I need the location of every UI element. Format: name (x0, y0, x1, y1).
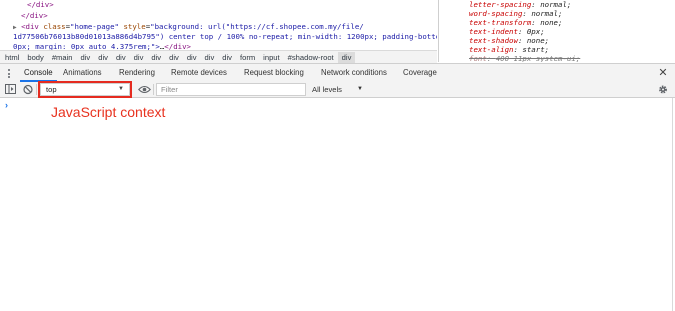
tab-network-conditions[interactable]: Network conditions (321, 64, 387, 82)
breadcrumb-item[interactable]: div (165, 52, 183, 64)
style-row[interactable]: text-shadow: none; (469, 36, 549, 45)
tab-rendering[interactable]: Rendering (119, 64, 155, 82)
log-levels-dropdown[interactable]: All levels ▼ (312, 83, 372, 96)
tab-coverage[interactable]: Coverage (403, 64, 437, 82)
console-filter-input[interactable]: Filter (156, 83, 306, 96)
style-val: 400 11px system-ui; (495, 54, 581, 62)
clear-console-icon[interactable] (22, 84, 34, 95)
attr-name-style: style (123, 22, 146, 31)
attr-value-style: "background: url("https://cf.shopee.com.… (150, 22, 364, 31)
breadcrumb-item[interactable]: div (94, 52, 112, 64)
scrollbar-edge (672, 98, 673, 311)
style-val: none; (540, 18, 563, 27)
breadcrumb: html body #main div div div div div div … (0, 50, 437, 64)
style-prop: word-spacing (469, 9, 523, 18)
style-row[interactable]: word-spacing: normal; (469, 9, 562, 18)
attr-value-class: "home-page" (70, 22, 119, 31)
style-row[interactable]: text-transform: none; (469, 18, 562, 27)
breadcrumb-item[interactable]: div (147, 52, 165, 64)
breadcrumb-item[interactable]: div (130, 52, 148, 64)
style-prop: font (469, 54, 487, 62)
style-val: none; (526, 36, 550, 45)
style-val: 0px; (526, 27, 545, 36)
tree-line-home-page-div[interactable]: ▶ <div class="home-page" style="backgrou… (13, 22, 364, 32)
live-expression-eye-icon[interactable] (138, 84, 151, 95)
style-prop: text-transform (469, 18, 532, 27)
open-tag: <div (21, 22, 39, 31)
console-output[interactable]: › JavaScript context (0, 98, 675, 311)
style-row[interactable]: text-indent: 0px; (469, 27, 545, 36)
expand-triangle-icon[interactable]: ▶ (13, 24, 17, 31)
breadcrumb-item[interactable]: div (201, 52, 219, 64)
style-row[interactable]: text-align: start; (469, 45, 549, 54)
breadcrumb-item-selected[interactable]: div (337, 51, 356, 64)
closing-div-tag: </div> (164, 42, 191, 50)
attr-name-class: class (43, 22, 66, 31)
log-levels-label: All levels (312, 85, 342, 94)
tab-animations[interactable]: Animations (63, 64, 102, 82)
close-drawer-icon[interactable]: ✕ (657, 67, 669, 79)
tree-line-style-continued: 1d77506b76013b80d01013a886d4b795") cente… (13, 32, 437, 42)
toolbar-separator (153, 84, 154, 95)
annotation-label: JavaScript context (51, 104, 166, 120)
console-prompt-icon[interactable]: › (5, 100, 8, 110)
style-val: normal; (531, 9, 563, 18)
chevron-down-icon: ▼ (357, 86, 363, 92)
style-prop: letter-spacing (469, 0, 532, 9)
toolbar-separator (36, 84, 37, 95)
style-val: start; (522, 45, 550, 54)
style-row-overridden[interactable]: font: 400 11px system-ui; (469, 54, 580, 62)
style-val: normal; (540, 0, 572, 9)
tab-console[interactable]: Console (20, 64, 57, 82)
show-sidebar-icon[interactable] (5, 84, 17, 95)
breadcrumb-item[interactable]: div (183, 52, 201, 64)
style-prop: text-indent (469, 27, 518, 36)
attr-value-style-end: 0px; margin: 0px auto 4.375rem;"> (13, 42, 160, 50)
breadcrumb-item[interactable]: div (218, 52, 236, 64)
tree-line-close-div-1[interactable]: </div> (27, 0, 54, 10)
tab-remote-devices[interactable]: Remote devices (171, 64, 227, 82)
context-selector-highlight (38, 81, 132, 98)
tree-line-style-end: 0px; margin: 0px auto 4.375rem;">…</div> (13, 42, 191, 50)
more-tools-menu-icon[interactable] (5, 67, 13, 80)
devtools-window: </div> </div> ▶ <div class="home-page" s… (0, 0, 675, 311)
elements-tree: </div> </div> ▶ <div class="home-page" s… (0, 0, 437, 50)
breadcrumb-item[interactable]: html (0, 52, 23, 64)
tree-line-close-div-2[interactable]: </div> (21, 11, 48, 21)
breadcrumb-item[interactable]: div (77, 52, 95, 64)
breadcrumb-item[interactable]: body (23, 52, 47, 64)
computed-styles-pane: letter-spacing: normal; word-spacing: no… (438, 0, 675, 62)
console-settings-gear-icon[interactable] (657, 84, 669, 95)
tab-request-blocking[interactable]: Request blocking (244, 64, 304, 82)
closing-div-tag: </div> (27, 0, 54, 9)
breadcrumb-item[interactable]: div (112, 52, 130, 64)
closing-div-tag: </div> (21, 11, 48, 20)
breadcrumb-item[interactable]: form (236, 52, 259, 64)
style-row[interactable]: letter-spacing: normal; (469, 0, 571, 9)
breadcrumb-item[interactable]: input (259, 52, 283, 64)
attr-value-style-cont: 1d77506b76013b80d01013a886d4b795") cente… (13, 32, 437, 41)
breadcrumb-item[interactable]: #shadow-root (284, 52, 338, 64)
style-prop: text-align (469, 45, 514, 54)
style-prop: text-shadow (469, 36, 518, 45)
breadcrumb-item[interactable]: #main (48, 52, 77, 64)
